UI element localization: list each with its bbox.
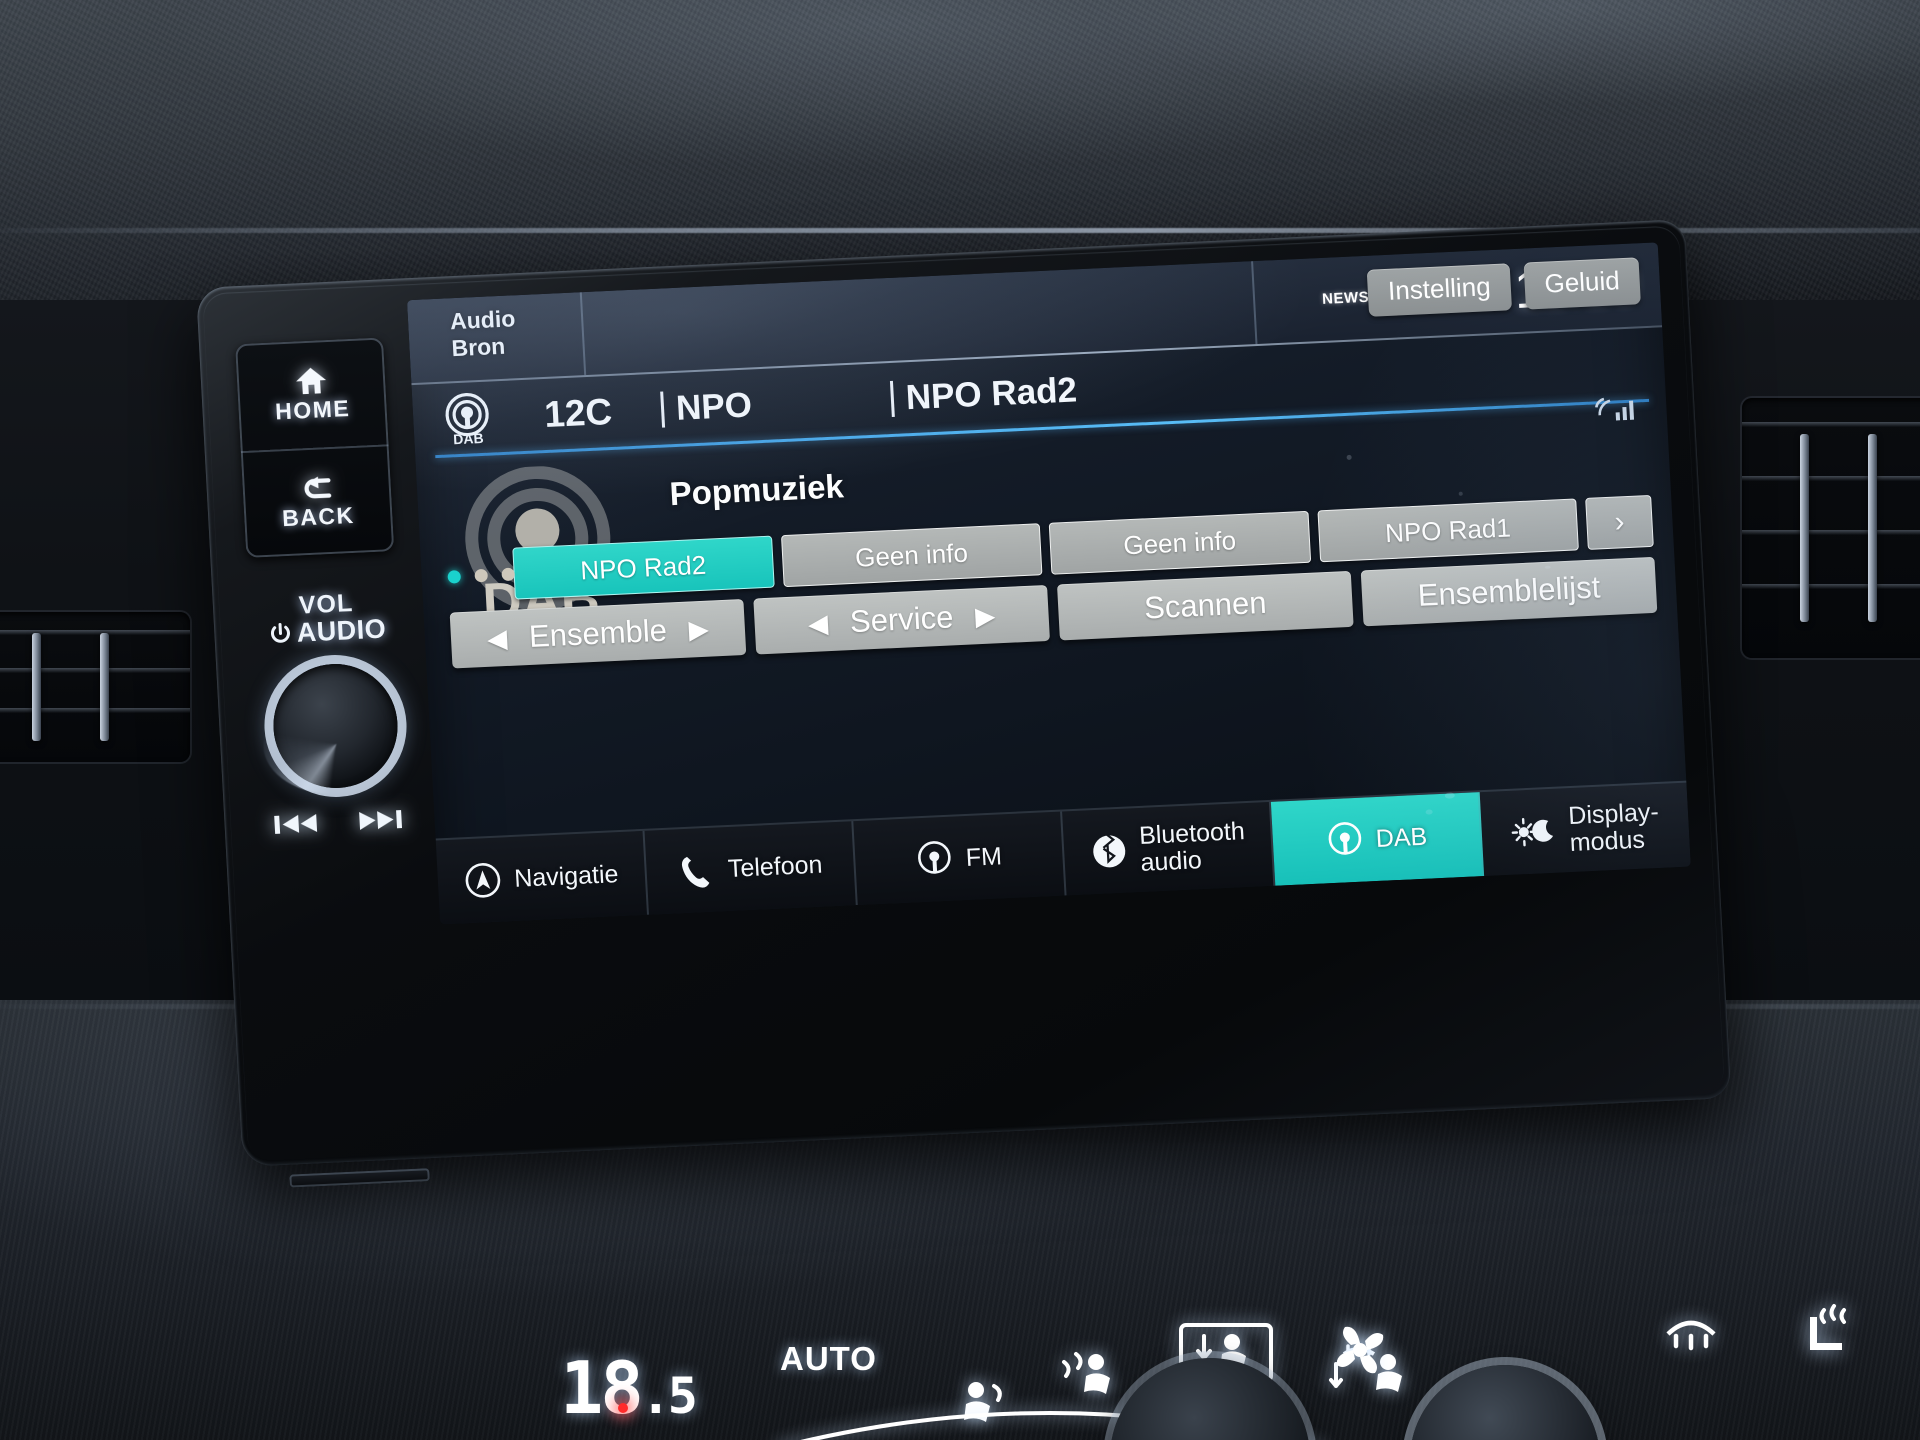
- volume-control-area: VOL AUDIO: [240, 588, 430, 1188]
- ensemble-next-arrow[interactable]: ▶: [688, 614, 710, 645]
- page-dot-1[interactable]: [447, 570, 462, 584]
- volume-audio-knob[interactable]: [270, 661, 401, 791]
- ensemble-prev-arrow[interactable]: ◀: [486, 623, 508, 654]
- rear-defrost-icon: [1666, 1320, 1716, 1351]
- phone-icon: [682, 856, 710, 888]
- audio-source-indicator[interactable]: Audio Bron: [406, 292, 587, 384]
- radio-icon: [1328, 822, 1362, 855]
- preset-next-page-button[interactable]: ›: [1585, 494, 1654, 550]
- source-navigation-label: Navigatie: [513, 859, 620, 893]
- home-button-label: HOME: [274, 394, 351, 424]
- compass-icon: [465, 863, 501, 898]
- next-track-button[interactable]: [353, 805, 406, 835]
- display-mode-line1: Display-: [1567, 797, 1660, 831]
- radio-icon: [918, 841, 952, 874]
- ensemble-name: NPO: [675, 385, 753, 428]
- dab-icon: DAB: [438, 389, 497, 448]
- climate-temperature-knob[interactable]: [1110, 1358, 1310, 1440]
- source-dab-label: DAB: [1375, 822, 1428, 853]
- source-navigation[interactable]: Navigatie: [435, 830, 649, 925]
- sound-button[interactable]: Geluid: [1523, 257, 1641, 310]
- bluetooth-icon: [1092, 833, 1125, 868]
- next-track-icon: [358, 810, 402, 831]
- climate-temperature-display: 18.5: [560, 1346, 698, 1430]
- power-icon: [271, 623, 291, 643]
- home-button[interactable]: HOME: [235, 337, 389, 451]
- source-telephone[interactable]: Telefoon: [644, 821, 858, 915]
- track-skip-buttons: [252, 804, 423, 840]
- source-fm-label: FM: [965, 841, 1003, 872]
- climate-auto-indicator: AUTO: [780, 1340, 877, 1377]
- source-bluetooth-line1: Bluetooth: [1138, 817, 1246, 850]
- dab-channel: 12C: [543, 390, 614, 436]
- fan-icon: [1336, 1326, 1384, 1374]
- audio-text: AUDIO: [295, 613, 387, 648]
- home-icon: [296, 367, 327, 394]
- service-name-field: NPO Rad2: [889, 365, 1192, 419]
- back-button[interactable]: BACK: [241, 444, 395, 558]
- signal-bars-icon: [1595, 397, 1635, 421]
- source-dab[interactable]: DAB: [1270, 792, 1485, 886]
- display-mode-line2: modus: [1569, 825, 1646, 858]
- source-fm[interactable]: FM: [853, 811, 1067, 906]
- service-name: NPO Rad2: [904, 370, 1078, 418]
- status-led: [618, 1403, 628, 1413]
- svg-text:DAB: DAB: [453, 430, 484, 447]
- home-back-button-group: HOME BACK: [235, 337, 395, 558]
- settings-button[interactable]: Instelling: [1366, 263, 1512, 317]
- service-prev-arrow[interactable]: ◀: [807, 608, 829, 639]
- rds-news-flag: NEWS: [1321, 288, 1370, 308]
- air-vent-left: [0, 612, 190, 762]
- previous-track-icon: [273, 814, 317, 834]
- service-next-arrow[interactable]: ▶: [974, 600, 996, 631]
- touchscreen-display[interactable]: Audio Bron NEWS TA TP 11:19: [406, 242, 1691, 925]
- programme-genre: Popmuziek: [668, 467, 845, 513]
- source-display-mode[interactable]: Display- modus: [1480, 783, 1691, 876]
- page-dot-3[interactable]: [501, 567, 516, 582]
- back-button-label: BACK: [281, 501, 356, 531]
- audio-source-line2: Bron: [450, 332, 506, 361]
- previous-track-button[interactable]: [268, 809, 321, 839]
- vent-face-feet-icon: [1062, 1352, 1110, 1394]
- source-bluetooth-line2: audio: [1139, 846, 1203, 877]
- source-telephone-label: Telefoon: [727, 850, 824, 883]
- ensemble-label: Ensemble: [528, 612, 668, 654]
- infotainment-head-unit: HOME BACK VOL AUDIO Audio Bron NEWS DAB …: [196, 219, 1732, 1188]
- brightness-icon: [1511, 817, 1554, 847]
- service-label: Service: [849, 599, 955, 640]
- heated-seat-icon: [1810, 1304, 1846, 1350]
- air-vent-right: [1742, 398, 1920, 658]
- source-display-mode-label: Display- modus: [1567, 797, 1661, 858]
- page-dot-2[interactable]: [474, 568, 489, 583]
- ensemble-name-field: NPO: [660, 379, 892, 430]
- volume-knob-label: VOL AUDIO: [240, 588, 413, 649]
- source-bluetooth-audio[interactable]: Bluetooth audio: [1062, 801, 1276, 896]
- source-bluetooth-label: Bluetooth audio: [1138, 817, 1246, 877]
- back-arrow-icon: [304, 476, 332, 498]
